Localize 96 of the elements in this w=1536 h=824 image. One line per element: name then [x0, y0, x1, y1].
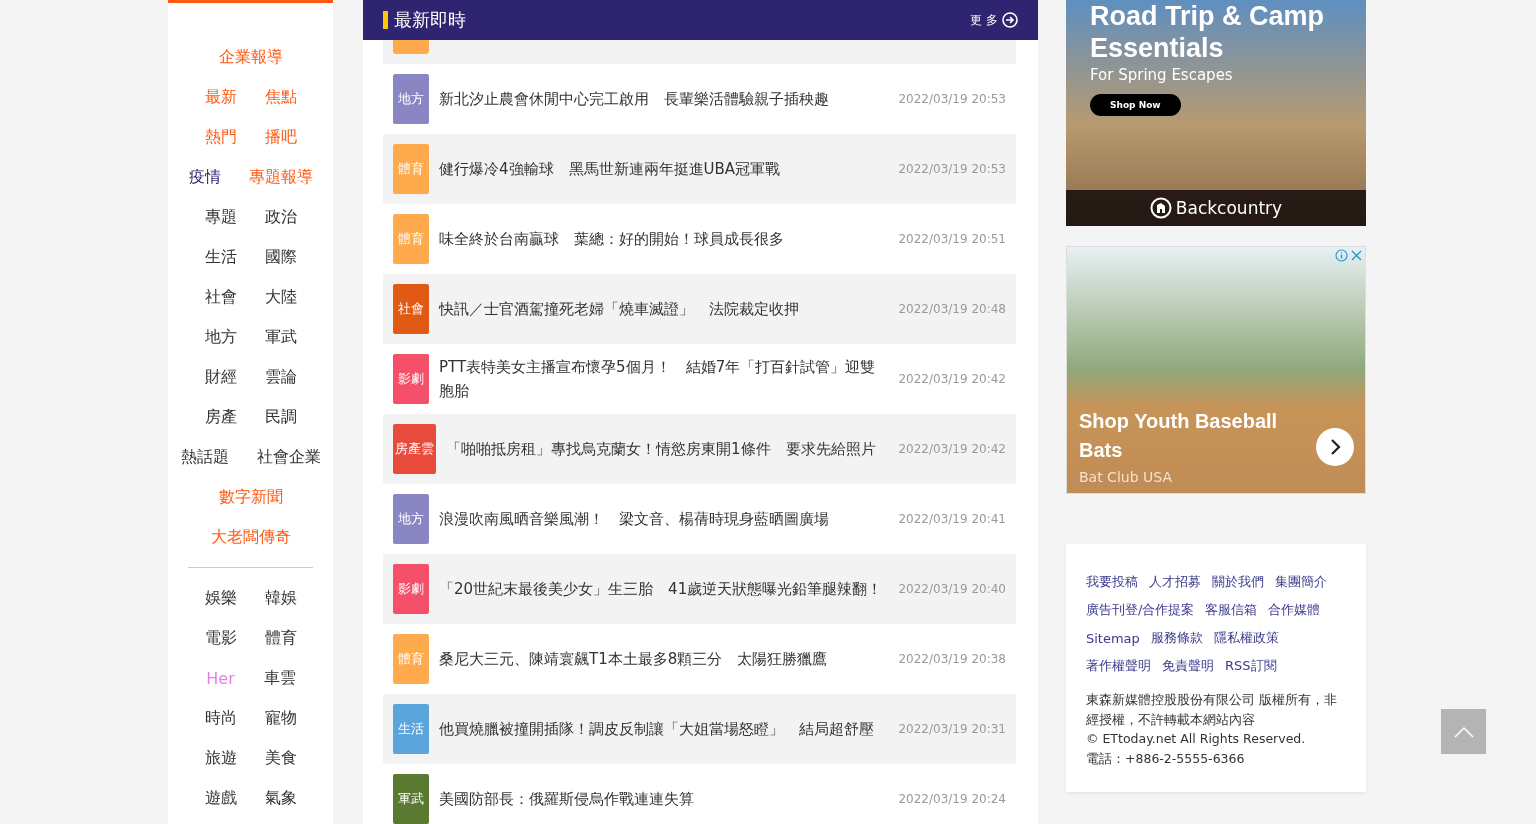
news-time: 2022/03/19 20:51 — [898, 232, 1006, 246]
news-time: 2022/03/19 20:53 — [898, 162, 1006, 176]
more-link[interactable]: 更 多 — [970, 11, 1018, 29]
footer-link[interactable]: 免責聲明 — [1162, 657, 1214, 675]
category-link[interactable]: 美食 — [264, 747, 297, 769]
category-link[interactable]: 地方 — [204, 326, 237, 348]
ad-headline: Shop Youth Baseball Bats — [1079, 409, 1279, 463]
news-headline[interactable]: 健行爆冷4強輸球 黑馬世新連兩年挺進UBA冠軍戰 — [439, 157, 889, 181]
news-headline[interactable]: 「啪啪抵房租」專找烏克蘭女！情慾房東開1條件 要求先給照片 — [446, 437, 889, 461]
close-icon[interactable] — [1350, 249, 1363, 262]
footer-link[interactable]: RSS訂閱 — [1225, 657, 1277, 675]
category-link[interactable]: 體育 — [264, 627, 297, 649]
news-headline[interactable]: 「20世紀末最後美少女」生三胎 41歲逆天狀態曝光鉛筆腿辣翻！ — [439, 577, 889, 601]
info-icon[interactable] — [1335, 249, 1348, 262]
news-row[interactable]: 房產雲 「啪啪抵房租」專找烏克蘭女！情慾房東開1條件 要求先給照片 2022/03/19 20:42 — [383, 414, 1016, 484]
category-link[interactable]: 財經 — [204, 366, 237, 388]
news-headline[interactable]: 新北汐止農會休閒中心完工啟用 長輩樂活體驗親子插秧趣 — [439, 87, 889, 111]
category-link[interactable]: 寵物 — [264, 707, 297, 729]
category-link[interactable]: 娛樂 — [204, 587, 237, 609]
footer-link[interactable]: 著作權聲明 — [1086, 657, 1151, 675]
news-row[interactable]: 生活 他買燒臘被撞開插隊！調皮反制讓「大姐當場怒瞪」 結局超舒壓 2022/03/19 20:31 — [383, 694, 1016, 764]
arrow-circle-icon — [1002, 12, 1018, 28]
news-headline[interactable]: PTT表特美女主播宣布懷孕5個月！ 結婚7年「打百針試管」迎雙胞胎 — [439, 355, 889, 403]
news-headline[interactable]: 他買燒臘被撞開插隊！調皮反制讓「大姐當場怒瞪」 結局超舒壓 — [439, 717, 889, 741]
shop-now-button[interactable]: Shop Now — [1090, 94, 1181, 116]
footer-link[interactable]: 服務條款 — [1150, 629, 1203, 647]
category-tag: 影劇 — [393, 354, 429, 404]
category-tag: 體育 — [393, 144, 429, 194]
category-link[interactable]: 大陸 — [264, 286, 297, 308]
footer-link[interactable]: 我要投稿 — [1086, 573, 1138, 591]
category-link[interactable]: 雲論 — [264, 366, 297, 388]
news-row[interactable]: 體育 健行爆冷4強輸球 黑馬世新連兩年挺進UBA冠軍戰 2022/03/19 20:53 — [383, 134, 1016, 204]
ad-headline: Road Trip & Camp Essentials — [1090, 0, 1326, 64]
news-time: 2022/03/19 20:41 — [898, 512, 1006, 526]
category-tag: 房產雲 — [393, 424, 436, 474]
category-link[interactable]: 疫情 — [188, 166, 221, 188]
footer-link[interactable]: 人才招募 — [1149, 573, 1201, 591]
brand-name: Backcountry — [1175, 198, 1283, 218]
footer-link[interactable]: 客服信箱 — [1205, 601, 1258, 619]
news-row[interactable]: 影劇 「20世紀末最後美少女」生三胎 41歲逆天狀態曝光鉛筆腿辣翻！ 2022/03/19 20:40 — [383, 554, 1016, 624]
news-row[interactable]: 社會 快訊／士官酒駕撞死老婦「燒車滅證」 法院裁定收押 2022/03/19 20:48 — [383, 274, 1016, 344]
category-link[interactable]: 生活 — [204, 246, 237, 268]
category-tag: 體育 — [393, 634, 429, 684]
category-link[interactable]: 國際 — [264, 246, 297, 268]
news-headline[interactable]: 味全終於台南贏球 葉總：好的開始！球員成長很多 — [439, 227, 889, 251]
category-link[interactable]: 社會 — [204, 286, 237, 308]
news-time: 2022/03/19 20:42 — [898, 372, 1006, 386]
ad-banner[interactable]: Road Trip & Camp Essentials For Spring Escapes Shop Now Backcountry — [1066, 0, 1366, 226]
footer-link[interactable]: 集團簡介 — [1275, 573, 1327, 591]
category-tag: 軍武 — [393, 774, 429, 824]
news-row[interactable] — [383, 40, 1016, 64]
category-link[interactable]: 韓娛 — [264, 587, 297, 609]
news-time: 2022/03/19 20:48 — [898, 302, 1006, 316]
category-link[interactable]: 熱話題 — [180, 446, 229, 468]
category-tag: 體育 — [393, 214, 429, 264]
ad-subline: For Spring Escapes — [1090, 66, 1234, 84]
category-tag: 地方 — [393, 494, 429, 544]
news-headline[interactable]: 美國防部長：俄羅斯侵烏作戰連連失算 — [439, 787, 889, 811]
chevron-right-icon — [1329, 438, 1341, 456]
category-link[interactable]: 旅遊 — [204, 747, 237, 769]
news-time: 2022/03/19 20:31 — [898, 722, 1006, 736]
category-tag: 影劇 — [393, 564, 429, 614]
news-headline[interactable]: 浪漫吹南風晒音樂風潮！ 梁文音、楊蒨時現身藍晒圖廣場 — [439, 507, 889, 531]
news-headline[interactable]: 桑尼大三元、陳靖寰飆T1本土最多8顆三分 太陽狂勝獵鷹 — [439, 647, 889, 671]
category-link[interactable]: 車雲 — [263, 667, 296, 689]
advertiser-name: Bat Club USA — [1079, 469, 1173, 485]
section-title: 最新即時 — [383, 11, 466, 29]
category-tag: 生活 — [393, 704, 429, 754]
category-link[interactable]: 電影 — [204, 627, 237, 649]
logo-icon — [1149, 197, 1172, 219]
chevron-up-icon — [1453, 725, 1474, 738]
news-time: 2022/03/19 20:40 — [898, 582, 1006, 596]
news-time: 2022/03/19 20:53 — [898, 92, 1006, 106]
category-link[interactable]: 社會企業 — [256, 446, 321, 468]
footer-link[interactable]: 關於我們 — [1212, 573, 1264, 591]
footer-link[interactable]: Sitemap — [1086, 630, 1140, 646]
news-time: 2022/03/19 20:24 — [898, 792, 1006, 806]
category-tag: 社會 — [393, 284, 429, 334]
footer-link[interactable]: 隱私權政策 — [1213, 629, 1279, 647]
category-link[interactable]: 民調 — [264, 406, 297, 428]
category-link[interactable]: 氣象 — [264, 787, 297, 809]
category-link[interactable]: 專題 — [204, 206, 237, 228]
category-link[interactable]: 房產 — [204, 406, 237, 428]
category-link[interactable]: 時尚 — [204, 707, 237, 729]
news-time: 2022/03/19 20:42 — [898, 442, 1006, 456]
copyright-text: 東森新媒體控股股份有限公司 版權所有，非經授權，不許轉載本網站內容 © ETtoday.net All Rights Reserved. 電話：+886-2-5555-6366 — [1086, 691, 1338, 768]
category-link[interactable]: 軍武 — [264, 326, 297, 348]
footer-link[interactable]: 合作媒體 — [1268, 601, 1321, 619]
news-time: 2022/03/19 20:38 — [898, 652, 1006, 666]
back-to-top-button[interactable] — [1441, 709, 1486, 754]
next-button[interactable] — [1316, 428, 1354, 466]
news-headline[interactable]: 快訊／士官酒駕撞死老婦「燒車滅證」 法院裁定收押 — [439, 297, 889, 321]
category-link[interactable]: 政治 — [264, 206, 297, 228]
category-tag: 地方 — [393, 74, 429, 124]
footer-link[interactable]: 廣告刊登/合作提案 — [1086, 601, 1195, 619]
category-link[interactable]: 遊戲 — [204, 787, 237, 809]
